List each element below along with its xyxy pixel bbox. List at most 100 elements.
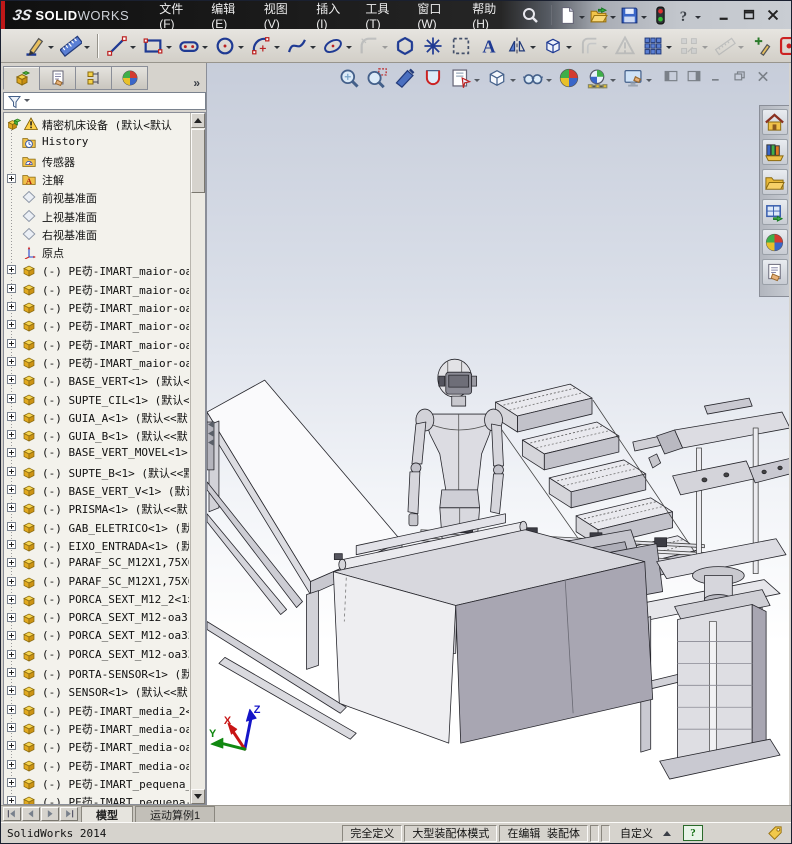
doc-minimize-button[interactable] (707, 68, 727, 85)
sketch-tool-button[interactable] (22, 32, 56, 60)
tree-item[interactable]: (-) GUIA_A<1> (默认<<默 (4, 408, 189, 426)
doc-close-button[interactable] (753, 68, 773, 85)
chevron-down-icon[interactable] (610, 16, 616, 22)
menu-item-6[interactable]: 帮助(H) (460, 1, 513, 29)
chevron-down-icon[interactable] (84, 46, 90, 52)
expand-icon[interactable] (7, 631, 16, 640)
tree-item[interactable]: (-) SUPTE_B<1> (默认<<默 (4, 463, 189, 481)
zoom-area-button[interactable] (365, 66, 389, 90)
tree-item[interactable]: (-) GAB_ELETRICO<1> (默 (4, 518, 189, 536)
tree-root-item[interactable]: 精密机床设备 (默认<默认 (4, 115, 189, 133)
chevron-down-icon[interactable] (641, 16, 647, 22)
menu-item-3[interactable]: 插入(I) (304, 1, 353, 29)
expand-icon[interactable] (7, 467, 16, 476)
view-orientation-button[interactable] (449, 66, 481, 90)
tree-item[interactable]: (-) PE苆-IMART_pequena_2 (4, 774, 189, 792)
tree-item[interactable]: (-) SUPTE_CIL<1> (默认< (4, 390, 189, 408)
tag-icon[interactable] (763, 825, 787, 842)
doc-restore-button[interactable] (730, 68, 750, 85)
chevron-down-icon[interactable] (579, 16, 585, 22)
expand-icon[interactable] (7, 339, 16, 348)
point-tool-button[interactable] (420, 32, 446, 60)
expand-icon[interactable] (7, 558, 16, 567)
chevron-down-icon[interactable] (48, 46, 54, 52)
scan-tool-button[interactable] (776, 32, 792, 60)
smart-dimension-tool-button[interactable] (58, 32, 92, 60)
chevron-down-icon[interactable] (566, 46, 572, 52)
open-button[interactable] (588, 4, 617, 27)
chevron-down-icon[interactable] (130, 46, 136, 52)
nav-next-button[interactable] (41, 807, 59, 821)
chevron-down-icon[interactable] (382, 46, 388, 52)
help-button[interactable]: ? (673, 4, 702, 27)
tree-item[interactable]: 传感器 (4, 152, 189, 170)
expand-icon[interactable] (7, 613, 16, 622)
expand-icon[interactable] (7, 686, 16, 695)
chevron-down-icon[interactable] (666, 46, 672, 52)
expand-icon[interactable] (7, 320, 16, 329)
convert-tool-button[interactable] (540, 32, 574, 60)
graphics-viewport[interactable]: Z X Y (206, 63, 789, 805)
expand-icon[interactable] (7, 741, 16, 750)
tree-item[interactable]: 前视基准面 (4, 188, 189, 206)
tree-item[interactable]: (-) PE苆-IMART_maior-oa2 (4, 280, 189, 298)
file-explorer-button[interactable] (762, 169, 788, 195)
status-help-button[interactable]: ? (683, 825, 703, 841)
tree-item[interactable]: A注解 (4, 170, 189, 188)
tree-scrollbar[interactable] (190, 113, 205, 804)
panel-splitter-handle[interactable] (207, 419, 216, 449)
chevron-down-icon[interactable] (166, 46, 172, 52)
tree-item[interactable]: (-) PE苆-IMART_pequena- (4, 792, 189, 805)
zoom-fit-button[interactable] (337, 66, 361, 90)
save-button[interactable] (619, 4, 648, 27)
expand-icon[interactable] (7, 174, 16, 183)
menu-item-4[interactable]: 工具(T) (353, 1, 405, 29)
scroll-down-button[interactable] (191, 789, 205, 804)
win-min-button[interactable] (713, 6, 737, 25)
tree-item[interactable]: (-) PE苆-IMART_maior-oa2 (4, 335, 189, 353)
menu-item-5[interactable]: 窗口(W) (405, 1, 460, 29)
tab-assembly-tab[interactable] (3, 66, 40, 90)
menu-item-0[interactable]: 文件(F) (147, 1, 199, 29)
tree-item[interactable]: (-) SENSOR<1> (默认<<默 (4, 682, 189, 700)
tree-item[interactable]: (-) GUIA_B<1> (默认<<默 (4, 426, 189, 444)
study-tab-0[interactable]: 模型 (81, 806, 133, 822)
ellipse-tool-button[interactable] (320, 32, 354, 60)
edit-appearance-button[interactable] (557, 66, 581, 90)
status-custom-dropdown[interactable]: 自定义 (612, 825, 679, 842)
polygon-tool-button[interactable] (392, 32, 418, 60)
nav-first-button[interactable] (3, 807, 21, 821)
mirror-tool-button[interactable] (504, 32, 538, 60)
line-tool-button[interactable] (104, 32, 138, 60)
expand-icon[interactable] (7, 760, 16, 769)
expand-icon[interactable] (7, 448, 16, 457)
tree-item[interactable]: (-) PRISMA<1> (默认<<默 (4, 499, 189, 517)
design-library-button[interactable] (762, 139, 788, 165)
chevron-down-icon[interactable] (602, 46, 608, 52)
chevron-down-icon[interactable] (274, 46, 280, 52)
tree-filter[interactable] (3, 92, 206, 110)
tab-property-tab[interactable] (39, 66, 76, 90)
expand-icon[interactable] (7, 302, 16, 311)
expand-icon[interactable] (7, 412, 16, 421)
tree-item[interactable]: (-) PORCA_SEXT_M12-oa33 (4, 646, 189, 664)
expand-icon[interactable] (7, 723, 16, 732)
tree-item[interactable]: (-) PE苆-IMART_maior-oa2 (4, 353, 189, 371)
expand-icon[interactable] (7, 375, 16, 384)
tree-item[interactable]: (-) PORCA_SEXT_M12-oa32 (4, 627, 189, 645)
tab-display-tab[interactable] (75, 66, 112, 90)
tree-item[interactable]: (-) PE苆-IMART_maior-oa2 (4, 316, 189, 334)
expand-icon[interactable] (7, 394, 16, 403)
search-icon[interactable] (521, 6, 539, 24)
tree-item[interactable]: (-) PE苆-IMART_media-oa (4, 756, 189, 774)
zoom-select-button[interactable] (393, 66, 417, 90)
chevron-down-icon[interactable] (346, 46, 352, 52)
expand-icon[interactable] (7, 705, 16, 714)
expand-icon[interactable] (7, 522, 16, 531)
tree-item[interactable]: 右视基准面 (4, 225, 189, 243)
expand-icon[interactable] (7, 778, 16, 787)
tab-appearance-tab[interactable] (111, 66, 148, 90)
display-style-button[interactable] (485, 66, 517, 90)
view-settings-button[interactable] (621, 66, 653, 90)
menu-item-1[interactable]: 编辑(E) (199, 1, 251, 29)
